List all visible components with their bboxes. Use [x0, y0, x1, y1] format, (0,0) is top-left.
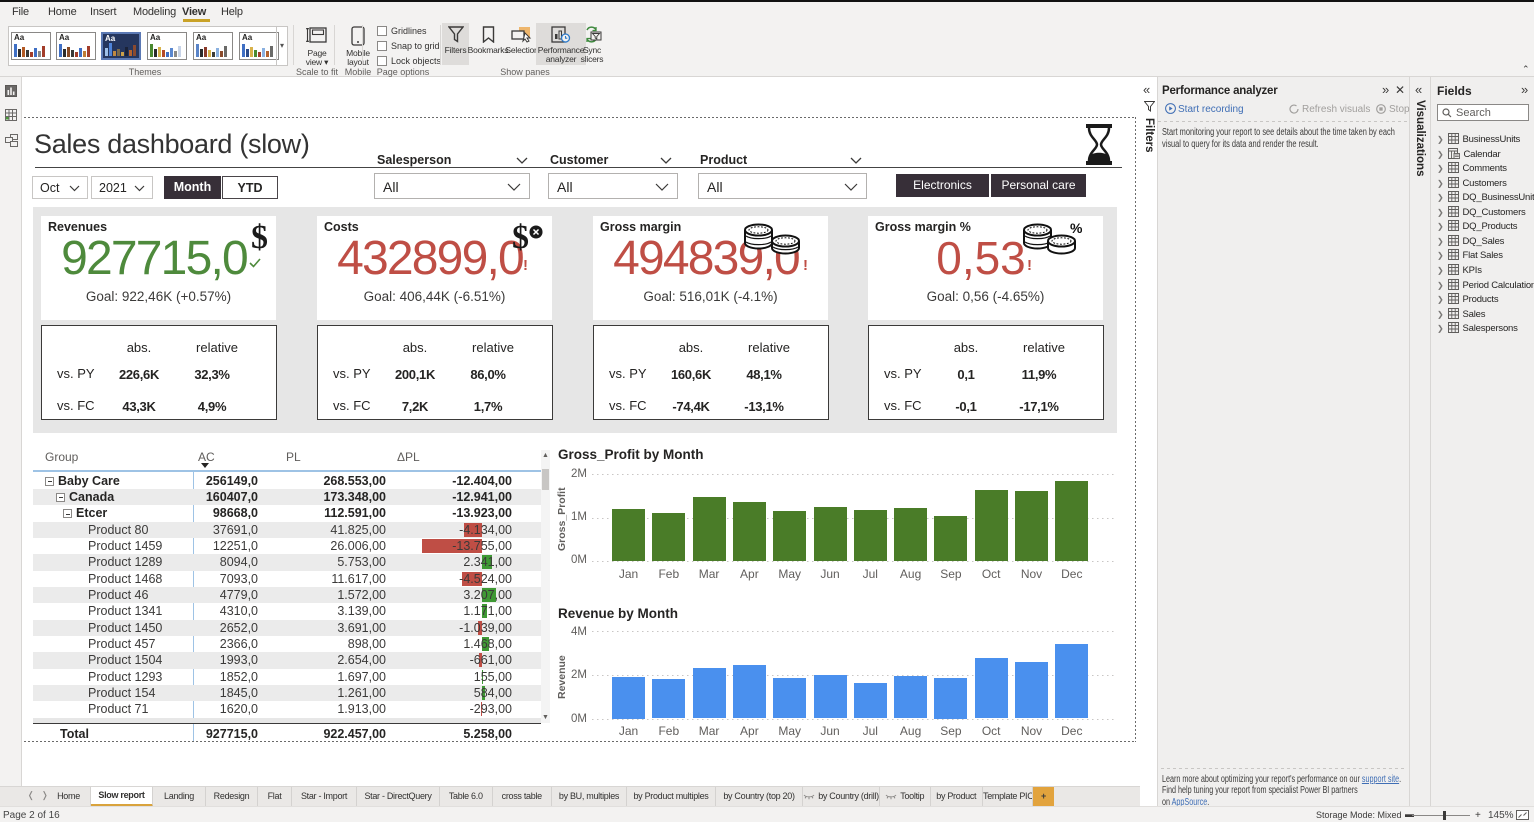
svg-text:%: % — [1070, 221, 1082, 236]
